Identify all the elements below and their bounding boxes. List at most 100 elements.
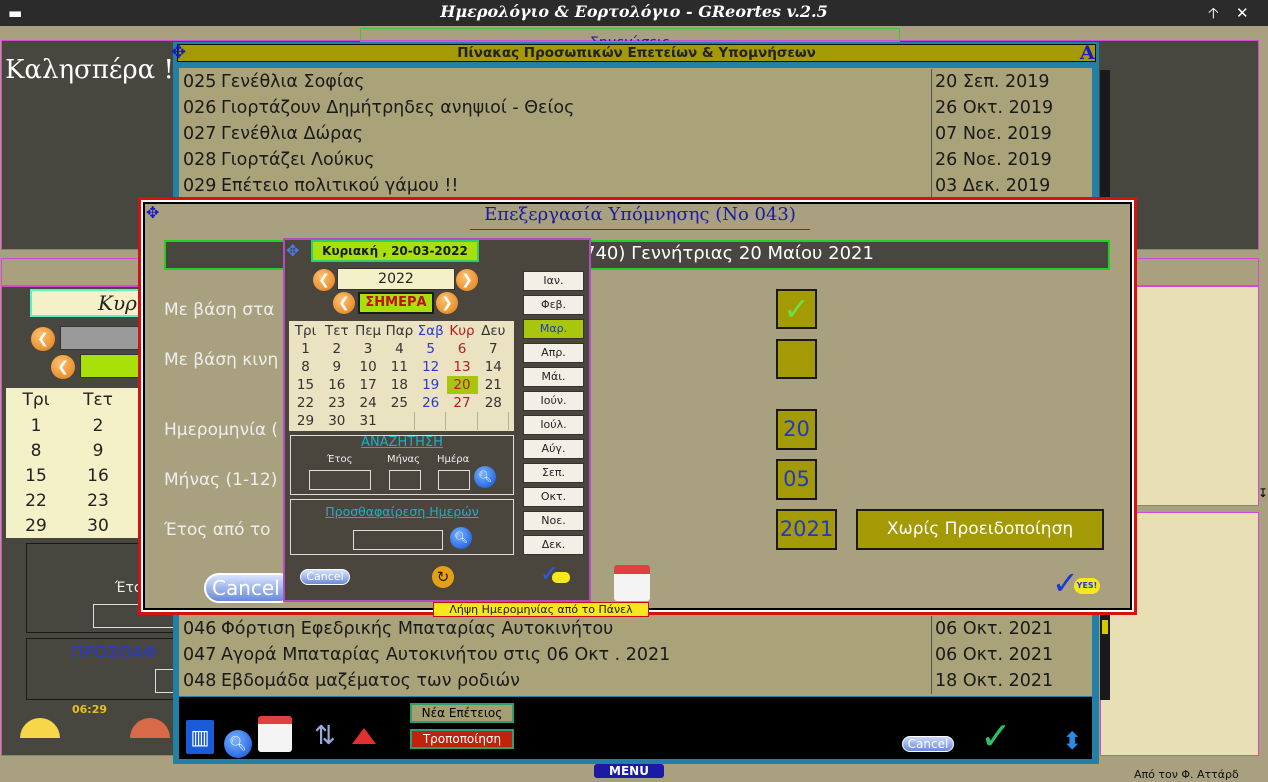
table-row[interactable]: 048 Εβδομάδα μαζέματος των ροδιών 18 Οκτ. … [183, 668, 1091, 694]
day-cell[interactable]: 3 [353, 340, 384, 358]
day-cell[interactable]: 16 [321, 376, 352, 394]
day-cell[interactable]: 7 [478, 340, 509, 358]
day-cell[interactable]: 18 [384, 376, 415, 394]
static-checkbox[interactable]: ✓ [776, 289, 817, 329]
today-button[interactable]: ΣΗΜΕΡΑ [358, 292, 434, 314]
day-cell[interactable]: 10 [353, 358, 384, 376]
up-arrow-icon[interactable] [352, 728, 376, 744]
date-search-icon[interactable]: 🔍︎ [474, 466, 496, 488]
day-search-input[interactable] [438, 470, 470, 490]
day-cell[interactable]: 29 [290, 412, 321, 430]
day-cell[interactable]: 30 [321, 412, 352, 430]
trash-icon[interactable]: ▥ [186, 720, 214, 754]
add-days-search-icon[interactable]: 🔍︎ [450, 527, 472, 549]
day-cell[interactable]: 8 [6, 441, 66, 461]
resize-arrow-icon[interactable]: ↧ [1258, 486, 1268, 500]
month-button[interactable]: Σεπ. [523, 463, 584, 483]
table-row[interactable]: 046 Φόρτιση Εφεδρικής Μπαταρίας Αυτοκινήτ… [183, 616, 1091, 642]
day-cell[interactable]: 9 [321, 358, 352, 376]
dialog-cancel-button[interactable]: Cancel [204, 573, 294, 603]
refresh-icon[interactable]: ↻ [432, 566, 454, 588]
month-button[interactable]: Οκτ. [523, 487, 584, 507]
year-search-input[interactable] [309, 470, 371, 490]
calendar-icon[interactable] [258, 716, 292, 752]
maximize-icon[interactable]: 🡡 [1208, 3, 1219, 23]
move-window-icon[interactable]: ✥ [171, 42, 186, 63]
movable-checkbox[interactable] [776, 339, 817, 379]
month-button[interactable]: Μάι. [523, 367, 584, 387]
month-button[interactable]: Δεκ. [523, 535, 584, 555]
month-button[interactable]: Ιούν. [523, 391, 584, 411]
month-button[interactable]: Φεβ. [523, 295, 584, 315]
month-search-input[interactable] [389, 470, 421, 490]
year-input[interactable]: 2021 [776, 509, 837, 550]
list-scrollbar-thumb[interactable] [1102, 620, 1108, 634]
notes-tab[interactable]: Σημειώσεις [360, 28, 900, 42]
font-size-icon[interactable]: A [1080, 42, 1095, 64]
day-cell[interactable]: 11 [384, 358, 415, 376]
day-cell[interactable]: 17 [353, 376, 384, 394]
day-cell[interactable]: 12 [415, 358, 446, 376]
edit-anniversary-button[interactable]: Τροποποίηση [410, 729, 514, 749]
search-icon[interactable]: 🔍︎ [224, 730, 252, 758]
day-cell[interactable]: 1 [290, 340, 321, 358]
day-input[interactable]: 20 [776, 409, 817, 450]
month-button[interactable]: Μαρ. [523, 319, 584, 339]
day-cell[interactable]: 26 [415, 394, 446, 412]
day-cell[interactable]: 25 [384, 394, 415, 412]
prev-month-icon[interactable]: ❮ [333, 292, 355, 314]
table-row[interactable]: 028 Γιορτάζει Λούκυς 26 Νοε. 2019 [183, 147, 1091, 173]
day-cell[interactable]: 15 [6, 466, 66, 486]
day-cell[interactable]: 24 [353, 394, 384, 412]
day-cell[interactable]: 9 [68, 441, 128, 461]
day-cell[interactable]: 31 [353, 412, 384, 430]
day-cell[interactable]: 22 [290, 394, 321, 412]
table-row[interactable]: 029 Επέτειο πολιτικού γάμου !! 03 Δεκ. 201… [183, 173, 1091, 199]
next-year-icon[interactable]: ❯ [456, 269, 478, 291]
day-cell[interactable]: 5 [415, 340, 446, 358]
menu-button[interactable]: MENU [594, 764, 664, 778]
confirm-check-icon[interactable]: ✓ [980, 716, 1012, 756]
picker-year-field[interactable]: 2022 [337, 268, 455, 290]
day-cell[interactable]: 29 [6, 516, 66, 536]
prev-year-icon[interactable]: ❮ [313, 269, 335, 291]
table-row[interactable]: 026 Γιορτάζουν Δημήτρηδες ανηψιοί - Θείος… [183, 95, 1091, 121]
day-cell[interactable]: 14 [478, 358, 509, 376]
picker-ok-icon[interactable]: ✓ [540, 562, 572, 588]
anniversaries-cancel-button[interactable]: Cancel [902, 736, 954, 752]
scroll-up-down-icon[interactable]: ⬍ [1062, 728, 1082, 754]
table-row[interactable]: 027 Γενέθλια Δώρας 07 Νοε. 2019 [183, 121, 1091, 147]
day-cell[interactable]: 23 [68, 491, 128, 511]
table-row[interactable]: 047 Αγορά Μπαταρίας Αυτοκινήτου στις 06 Ο… [183, 642, 1091, 668]
day-cell[interactable]: 30 [68, 516, 128, 536]
day-cell[interactable]: 15 [290, 376, 321, 394]
dialog-ok-yes-icon[interactable]: ✓ YES! [1052, 566, 1102, 604]
month-button[interactable]: Νοε. [523, 511, 584, 531]
day-cell[interactable]: 21 [478, 376, 509, 394]
day-cell[interactable]: 19 [415, 376, 446, 394]
day-cell[interactable]: 2 [321, 340, 352, 358]
day-cell[interactable]: 22 [6, 491, 66, 511]
month-input[interactable]: 05 [776, 459, 817, 500]
day-cell[interactable]: 2 [68, 416, 128, 436]
swap-icon[interactable]: ⇅ [314, 722, 336, 750]
month-button[interactable]: Ιαν. [523, 271, 584, 291]
next-month-icon[interactable]: ❯ [436, 292, 458, 314]
day-cell[interactable]: 16 [68, 466, 128, 486]
table-row[interactable]: 025 Γενέθλια Σοφίας 20 Σεπ. 2019 [183, 69, 1091, 95]
picker-cancel-button[interactable]: Cancel [300, 569, 350, 585]
no-warning-button[interactable]: Χωρίς Προειδοποίηση [856, 509, 1104, 550]
month-button[interactable]: Αύγ. [523, 439, 584, 459]
get-date-calendar-icon[interactable] [614, 565, 650, 601]
month-button[interactable]: Ιούλ. [523, 415, 584, 435]
selected-day-cell[interactable]: 20 [446, 376, 478, 394]
day-cell[interactable]: 28 [478, 394, 509, 412]
add-days-input[interactable] [353, 530, 443, 550]
day-cell[interactable]: 6 [447, 340, 478, 358]
day-cell[interactable]: 8 [290, 358, 321, 376]
move-dialog-icon[interactable]: ✥ [146, 203, 159, 222]
left-prev-year-icon[interactable]: ❮ [31, 327, 55, 351]
new-anniversary-button[interactable]: Νέα Επέτειος [410, 703, 514, 723]
close-icon[interactable]: ✕ [1236, 3, 1249, 23]
day-cell[interactable]: 23 [321, 394, 352, 412]
